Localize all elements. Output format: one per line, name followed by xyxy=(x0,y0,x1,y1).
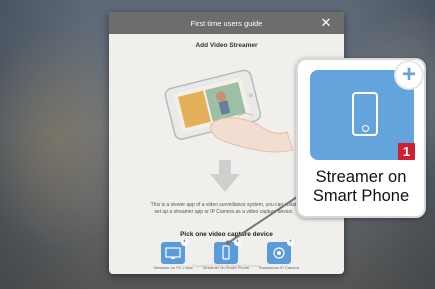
camera-icon: + xyxy=(267,239,294,264)
callout-label: Streamer on Smart Phone xyxy=(302,168,420,206)
phone-in-hand-illustration xyxy=(164,69,294,153)
add-plus-icon: + xyxy=(287,239,294,246)
add-plus-icon: + xyxy=(181,239,188,246)
zoom-callout: + Streamer on Smart Phone xyxy=(296,58,426,218)
footer-text: Copyright © 2014. All Rights Reserved. xyxy=(191,263,262,268)
smartphone-icon xyxy=(352,92,378,136)
close-button[interactable]: ✕ xyxy=(318,15,334,31)
pick-device-title: Pick one video capture device xyxy=(180,231,273,238)
smartphone-icon: + xyxy=(214,239,241,264)
description-text: This is a viewer app of a video surveill… xyxy=(150,202,298,215)
callout-label-line2: Smart Phone xyxy=(312,187,410,205)
callout-label-line1: Streamer on xyxy=(315,168,407,186)
step-number-badge: 1 xyxy=(398,143,415,160)
add-plus-icon: + xyxy=(234,239,241,246)
add-plus-icon: + xyxy=(396,62,422,88)
arrow-down-icon xyxy=(210,160,240,192)
monitor-icon: + xyxy=(161,239,188,264)
section-title: Add Video Streamer xyxy=(195,42,258,49)
dialog-header: First time users guide ✕ xyxy=(109,12,344,34)
dialog-title: First time users guide xyxy=(190,18,263,28)
